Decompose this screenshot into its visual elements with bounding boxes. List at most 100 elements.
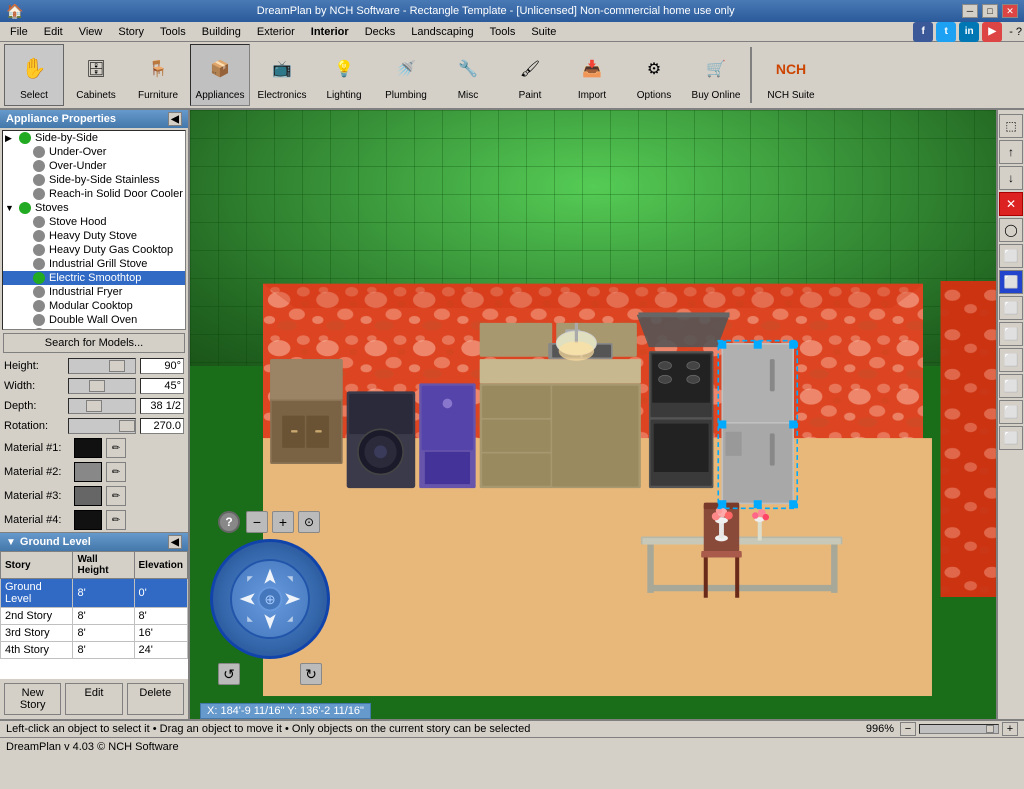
maximize-btn[interactable]: □	[982, 4, 998, 18]
tool-paint[interactable]: 🖌 Paint	[500, 44, 560, 106]
material2-edit[interactable]: ✏	[106, 462, 126, 482]
nav-compass[interactable]: ? − + ⊙	[210, 539, 330, 659]
help-btn[interactable]: ?	[218, 511, 240, 533]
zoom-out-btn[interactable]: −	[246, 511, 268, 533]
tree-item-overunder[interactable]: Over-Under	[3, 159, 185, 173]
menu-landscaping[interactable]: Landscaping	[403, 22, 481, 41]
menu-tools[interactable]: Tools	[152, 22, 194, 41]
tool-furniture[interactable]: 🪑 Furniture	[128, 44, 188, 106]
youtube-btn[interactable]: ▶	[982, 22, 1002, 42]
material3-swatch[interactable]	[74, 486, 102, 506]
material1-swatch[interactable]	[74, 438, 102, 458]
rt-square2-btn[interactable]: ⬜	[999, 296, 1023, 320]
linkedin-btn[interactable]: in	[959, 22, 979, 42]
3d-viewport[interactable]: ? − + ⊙	[190, 110, 996, 719]
menu-edit[interactable]: Edit	[36, 22, 71, 41]
material4-edit[interactable]: ✏	[106, 510, 126, 530]
ground-level-close[interactable]: ◀	[168, 535, 182, 549]
rotate-right-btn[interactable]: ↻	[300, 663, 322, 685]
rt-square7-btn[interactable]: ⬜	[999, 426, 1023, 450]
compass-inner[interactable]: ⊕	[230, 559, 310, 639]
tree-item-heavydutygas[interactable]: Heavy Duty Gas Cooktop	[3, 243, 185, 257]
nch-suite-btn[interactable]: NCH NCH Suite	[756, 44, 826, 106]
rt-up-btn[interactable]: ↑	[999, 140, 1023, 164]
tool-select[interactable]: ✋ Select	[4, 44, 64, 106]
material4-swatch[interactable]	[74, 510, 102, 530]
menu-building[interactable]: Building	[194, 22, 249, 41]
rotation-slider[interactable]	[68, 418, 136, 434]
tool-buy-online[interactable]: 🛒 Buy Online	[686, 44, 746, 106]
menu-decks[interactable]: Decks	[357, 22, 404, 41]
close-btn[interactable]: ✕	[1002, 4, 1018, 18]
height-slider[interactable]	[68, 358, 136, 374]
appliance-panel-close[interactable]: ◀	[168, 112, 182, 126]
material3-edit[interactable]: ✏	[106, 486, 126, 506]
width-value[interactable]	[140, 378, 184, 394]
rt-square3-btn[interactable]: ⬜	[999, 322, 1023, 346]
tree-item-sidebyside[interactable]: ▶ Side-by-Side	[3, 131, 185, 145]
menu-exterior[interactable]: Exterior	[249, 22, 303, 41]
appliance-tree[interactable]: ▶ Side-by-Side Under-Over Over-Under	[2, 130, 186, 330]
menu-story[interactable]: Story	[110, 22, 152, 41]
material1-edit[interactable]: ✏	[106, 438, 126, 458]
zoom-in-btn[interactable]: +	[272, 511, 294, 533]
tree-item-sidebyside-ss[interactable]: Side-by-Side Stainless	[3, 173, 185, 187]
tree-item-underover[interactable]: Under-Over	[3, 145, 185, 159]
tree-item-doublewall[interactable]: Double Wall Oven	[3, 313, 185, 327]
menu-suite[interactable]: Suite	[523, 22, 564, 41]
tool-lighting[interactable]: 💡 Lighting	[314, 44, 374, 106]
tree-item-gasstove[interactable]: Gas Stove	[3, 327, 185, 330]
tool-plumbing[interactable]: 🚿 Plumbing	[376, 44, 436, 106]
tool-misc[interactable]: 🔧 Misc	[438, 44, 498, 106]
tree-item-stoves[interactable]: ▼ Stoves	[3, 201, 185, 215]
rt-square1-btn[interactable]: ⬜	[999, 244, 1023, 268]
rt-square6-btn[interactable]: ⬜	[999, 400, 1023, 424]
reset-view-btn[interactable]: ⊙	[298, 511, 320, 533]
tool-cabinets[interactable]: 🗄 Cabinets	[66, 44, 126, 106]
tree-item-industrialgrill[interactable]: Industrial Grill Stove	[3, 257, 185, 271]
minimize-btn[interactable]: ─	[962, 4, 978, 18]
menu-view[interactable]: View	[71, 22, 111, 41]
twitter-btn[interactable]: t	[936, 22, 956, 42]
facebook-btn[interactable]: f	[913, 22, 933, 42]
depth-slider[interactable]	[68, 398, 136, 414]
width-slider[interactable]	[68, 378, 136, 394]
rt-square4-btn[interactable]: ⬜	[999, 348, 1023, 372]
height-value[interactable]	[140, 358, 184, 374]
tree-item-electricsmooth[interactable]: Electric Smoothtop	[3, 271, 185, 285]
tree-item-heavyduty[interactable]: Heavy Duty Stove	[3, 229, 185, 243]
story-row-3rd[interactable]: 3rd Story 8' 16'	[1, 625, 188, 642]
tree-item-reachin[interactable]: Reach-in Solid Door Cooler	[3, 187, 185, 201]
depth-value[interactable]	[140, 398, 184, 414]
rt-blue1-btn[interactable]: ⬜	[999, 270, 1023, 294]
material2-swatch[interactable]	[74, 462, 102, 482]
delete-story-btn[interactable]: Delete	[127, 683, 184, 715]
story-row-4th[interactable]: 4th Story 8' 24'	[1, 642, 188, 659]
rt-close-btn[interactable]: ✕	[999, 192, 1023, 216]
menu-tools2[interactable]: Tools	[482, 22, 524, 41]
rotate-left-btn[interactable]: ↺	[218, 663, 240, 685]
zoom-plus-btn[interactable]: +	[1002, 722, 1018, 736]
tool-electronics[interactable]: 📺 Electronics	[252, 44, 312, 106]
edit-story-btn[interactable]: Edit	[65, 683, 122, 715]
tool-import[interactable]: 📥 Import	[562, 44, 622, 106]
rotation-value[interactable]	[140, 418, 184, 434]
rt-circle-btn[interactable]: ◯	[999, 218, 1023, 242]
compass-outer[interactable]: ⊕	[210, 539, 330, 659]
rt-down-btn[interactable]: ↓	[999, 166, 1023, 190]
new-story-btn[interactable]: New Story	[4, 683, 61, 715]
search-models-btn[interactable]: Search for Models...	[3, 333, 185, 353]
tree-item-modularcooktop[interactable]: Modular Cooktop	[3, 299, 185, 313]
tool-options[interactable]: ⚙ Options	[624, 44, 684, 106]
zoom-slider[interactable]	[919, 724, 999, 734]
tree-item-fryer[interactable]: Industrial Fryer	[3, 285, 185, 299]
rt-cursor-btn[interactable]: ⬚	[999, 114, 1023, 138]
story-row-2nd[interactable]: 2nd Story 8' 8'	[1, 608, 188, 625]
zoom-minus-btn[interactable]: −	[900, 722, 916, 736]
tree-item-stovehood[interactable]: Stove Hood	[3, 215, 185, 229]
story-row-ground[interactable]: Ground Level 8' 0'	[1, 579, 188, 608]
menu-file[interactable]: File	[2, 22, 36, 41]
tool-appliances[interactable]: 📦 Appliances	[190, 44, 250, 106]
rt-square5-btn[interactable]: ⬜	[999, 374, 1023, 398]
menu-interior[interactable]: Interior	[303, 22, 357, 41]
